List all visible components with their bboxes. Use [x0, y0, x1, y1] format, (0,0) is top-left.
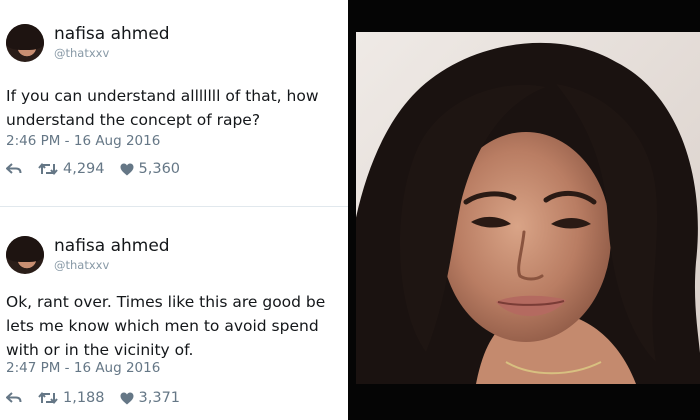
heart-icon: [120, 392, 134, 404]
retweet-button[interactable]: 1,188: [38, 390, 105, 406]
tweet-text: Ok, rant over. Times like this are good …: [6, 290, 348, 362]
reply-arrow-icon: [6, 163, 22, 174]
photo-frame: [348, 0, 700, 420]
retweet-icon: [38, 391, 58, 405]
tweet-text: If you can understand alllllll of that, …: [6, 84, 348, 132]
tweet-text-line: understand the concept of rape?: [6, 111, 261, 129]
reply-button[interactable]: [6, 163, 22, 175]
reply-button[interactable]: [6, 392, 22, 404]
tweet-timestamp[interactable]: 2:46 PM - 16 Aug 2016: [6, 133, 160, 149]
like-count: 5,360: [138, 161, 181, 177]
tweet-card: nafisa ahmed @thatxxv Ok, rant over. Tim…: [0, 212, 348, 420]
tweet-text-line: If you can understand alllllll of that, …: [6, 87, 319, 105]
tweet-timestamp[interactable]: 2:47 PM - 16 Aug 2016: [6, 360, 160, 376]
tweets-panel: nafisa ahmed @thatxxv If you can underst…: [0, 0, 348, 420]
reply-arrow-icon: [6, 392, 22, 403]
author-handle[interactable]: @thatxxv: [54, 46, 109, 60]
heart-icon: [120, 163, 134, 175]
author-name[interactable]: nafisa ahmed: [54, 24, 170, 44]
tweet-text-line: lets me know which men to avoid spend: [6, 317, 319, 335]
like-button[interactable]: 3,371: [120, 390, 181, 406]
tweet-actions: 4,294 5,360: [6, 159, 180, 179]
retweet-icon: [38, 162, 58, 176]
author-name[interactable]: nafisa ahmed: [54, 236, 170, 256]
divider: [0, 206, 348, 207]
tweet-card: nafisa ahmed @thatxxv If you can underst…: [0, 0, 348, 196]
tweet-text-line: Ok, rant over. Times like this are good …: [6, 293, 326, 311]
author-handle[interactable]: @thatxxv: [54, 258, 109, 272]
retweet-button[interactable]: 4,294: [38, 161, 105, 177]
retweet-count: 4,294: [63, 161, 105, 177]
retweet-count: 1,188: [63, 390, 105, 406]
portrait-photo: [356, 32, 700, 384]
avatar[interactable]: [6, 24, 44, 62]
like-button[interactable]: 5,360: [120, 161, 181, 177]
portrait-illustration: [356, 32, 700, 384]
avatar[interactable]: [6, 236, 44, 274]
tweet-actions: 1,188 3,371: [6, 388, 180, 408]
like-count: 3,371: [138, 390, 181, 406]
tweet-text-line: with or in the vicinity of.: [6, 341, 194, 359]
